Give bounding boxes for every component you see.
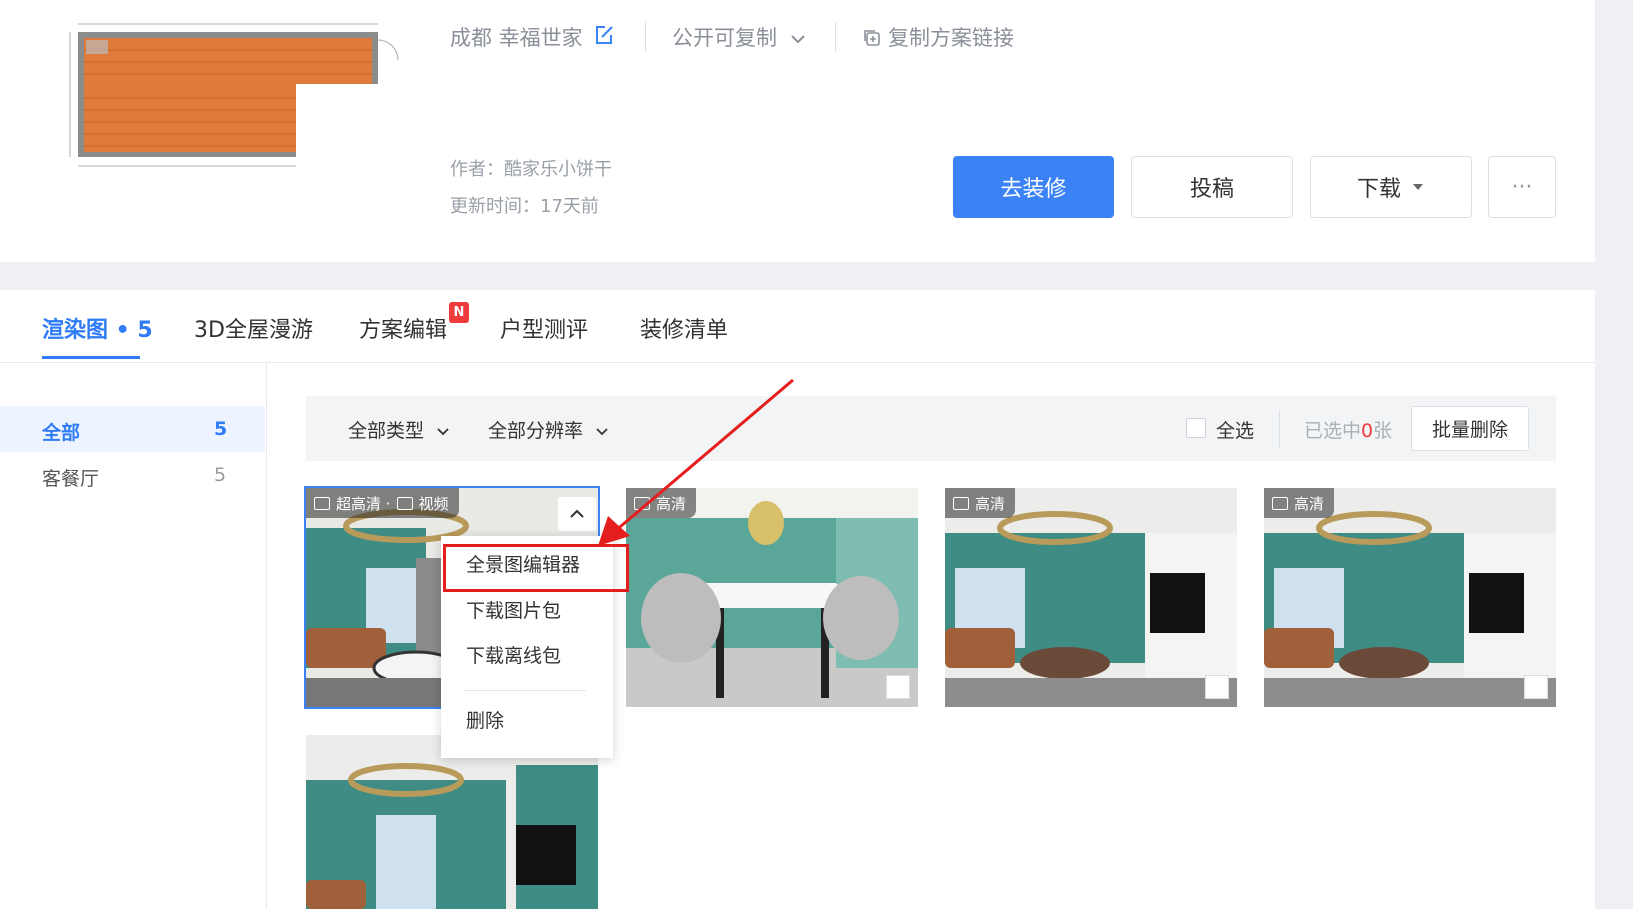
quality-tag-label: 超高清 · xyxy=(336,494,391,513)
menu-item-delete[interactable]: 删除 xyxy=(466,706,504,733)
sidebar-item-living-dining[interactable]: 客餐厅 5 xyxy=(0,452,265,498)
image-icon xyxy=(953,496,969,510)
share-mode-dropdown[interactable]: 公开可复制 xyxy=(672,22,806,52)
resolution-filter-label: 全部分辨率 xyxy=(488,420,584,442)
living-room-image xyxy=(306,735,598,909)
render-thumbnail[interactable]: 高清 xyxy=(945,488,1237,707)
render-thumbnail[interactable]: 高清 xyxy=(1264,488,1556,707)
select-all-checkbox[interactable] xyxy=(1186,418,1206,438)
update-time-text: 更新时间：17天前 xyxy=(450,196,599,217)
video-tag-label: 视频 xyxy=(418,494,449,513)
download-label: 下载 xyxy=(1356,177,1401,202)
sidebar-item-count: 5 xyxy=(214,464,227,486)
image-icon xyxy=(1272,496,1288,510)
copy-icon xyxy=(864,30,880,46)
type-filter-dropdown[interactable]: 全部类型 xyxy=(348,416,450,443)
tab-shopping-list[interactable]: 装修清单 xyxy=(640,312,728,344)
sidebar-item-label: 客餐厅 xyxy=(42,468,100,490)
video-icon xyxy=(396,496,413,510)
sidebar-divider xyxy=(266,363,267,909)
copy-link-label: 复制方案链接 xyxy=(888,26,1014,50)
filter-bar: 全部类型 全部分辨率 全选 已选中0张 批量删除 xyxy=(306,396,1556,461)
author-text: 作者：酷家乐小饼干 xyxy=(450,159,612,180)
image-icon xyxy=(314,496,330,510)
quality-tag: 高清 xyxy=(1264,488,1335,518)
thumbnail-checkbox[interactable] xyxy=(1205,675,1229,699)
active-tab-indicator xyxy=(42,356,140,359)
sidebar-item-all[interactable]: 全部 5 xyxy=(0,406,265,452)
living-room-image xyxy=(945,488,1237,707)
sidebar-item-label: 全部 xyxy=(42,422,81,444)
tab-render[interactable]: 渲染图 • 5 xyxy=(42,312,153,344)
tab-3d-tour[interactable]: 3D全屋漫游 xyxy=(194,312,313,344)
chevron-down-icon xyxy=(790,35,805,44)
caret-down-icon xyxy=(1413,184,1423,190)
chevron-down-icon xyxy=(437,428,449,436)
render-thumbnail[interactable] xyxy=(306,735,598,909)
type-filter-label: 全部类型 xyxy=(348,420,425,442)
tab-scheme-edit[interactable]: 方案编辑 xyxy=(359,312,447,344)
chevron-up-icon xyxy=(570,509,584,518)
thumbnail-checkbox[interactable] xyxy=(1524,675,1548,699)
tab-evaluate[interactable]: 户型测评 xyxy=(500,312,588,344)
new-badge: N xyxy=(449,302,469,323)
quality-tag: 超高清 · 视频 xyxy=(306,488,459,518)
select-all-label[interactable]: 全选 xyxy=(1216,416,1254,443)
menu-item-download-images[interactable]: 下载图片包 xyxy=(466,596,561,623)
selected-number: 0 xyxy=(1361,420,1374,442)
submit-button[interactable]: 投稿 xyxy=(1131,156,1293,218)
project-title: 成都 幸福世家 xyxy=(450,26,583,50)
divider xyxy=(835,22,836,52)
download-button[interactable]: 下载 xyxy=(1310,156,1472,218)
living-room-image xyxy=(1264,488,1556,707)
batch-delete-button[interactable]: 批量删除 xyxy=(1411,406,1529,451)
selected-suffix: 张 xyxy=(1373,420,1393,442)
selected-prefix: 已选中 xyxy=(1304,420,1362,442)
edit-icon[interactable] xyxy=(593,24,615,46)
menu-item-download-offline[interactable]: 下载离线包 xyxy=(466,641,561,668)
quality-tag: 高清 xyxy=(945,488,1016,518)
share-mode-label: 公开可复制 xyxy=(672,26,777,50)
floorplan-thumbnail[interactable] xyxy=(60,10,420,210)
sidebar-item-count: 5 xyxy=(214,418,228,440)
thumbnail-checkbox[interactable] xyxy=(886,675,910,699)
more-button[interactable]: ··· xyxy=(1488,156,1556,218)
copy-link-button[interactable]: 复制方案链接 xyxy=(862,22,1014,52)
divider xyxy=(645,22,646,52)
renovate-button[interactable]: 去装修 xyxy=(953,156,1114,218)
annotation-arrow xyxy=(598,378,794,546)
divider xyxy=(1279,410,1280,448)
quality-tag-label: 高清 xyxy=(975,494,1006,513)
quality-tag-label: 高清 xyxy=(1294,494,1325,513)
menu-divider xyxy=(464,690,586,691)
tabs-divider xyxy=(0,362,1595,363)
selected-count: 已选中0张 xyxy=(1304,416,1392,443)
